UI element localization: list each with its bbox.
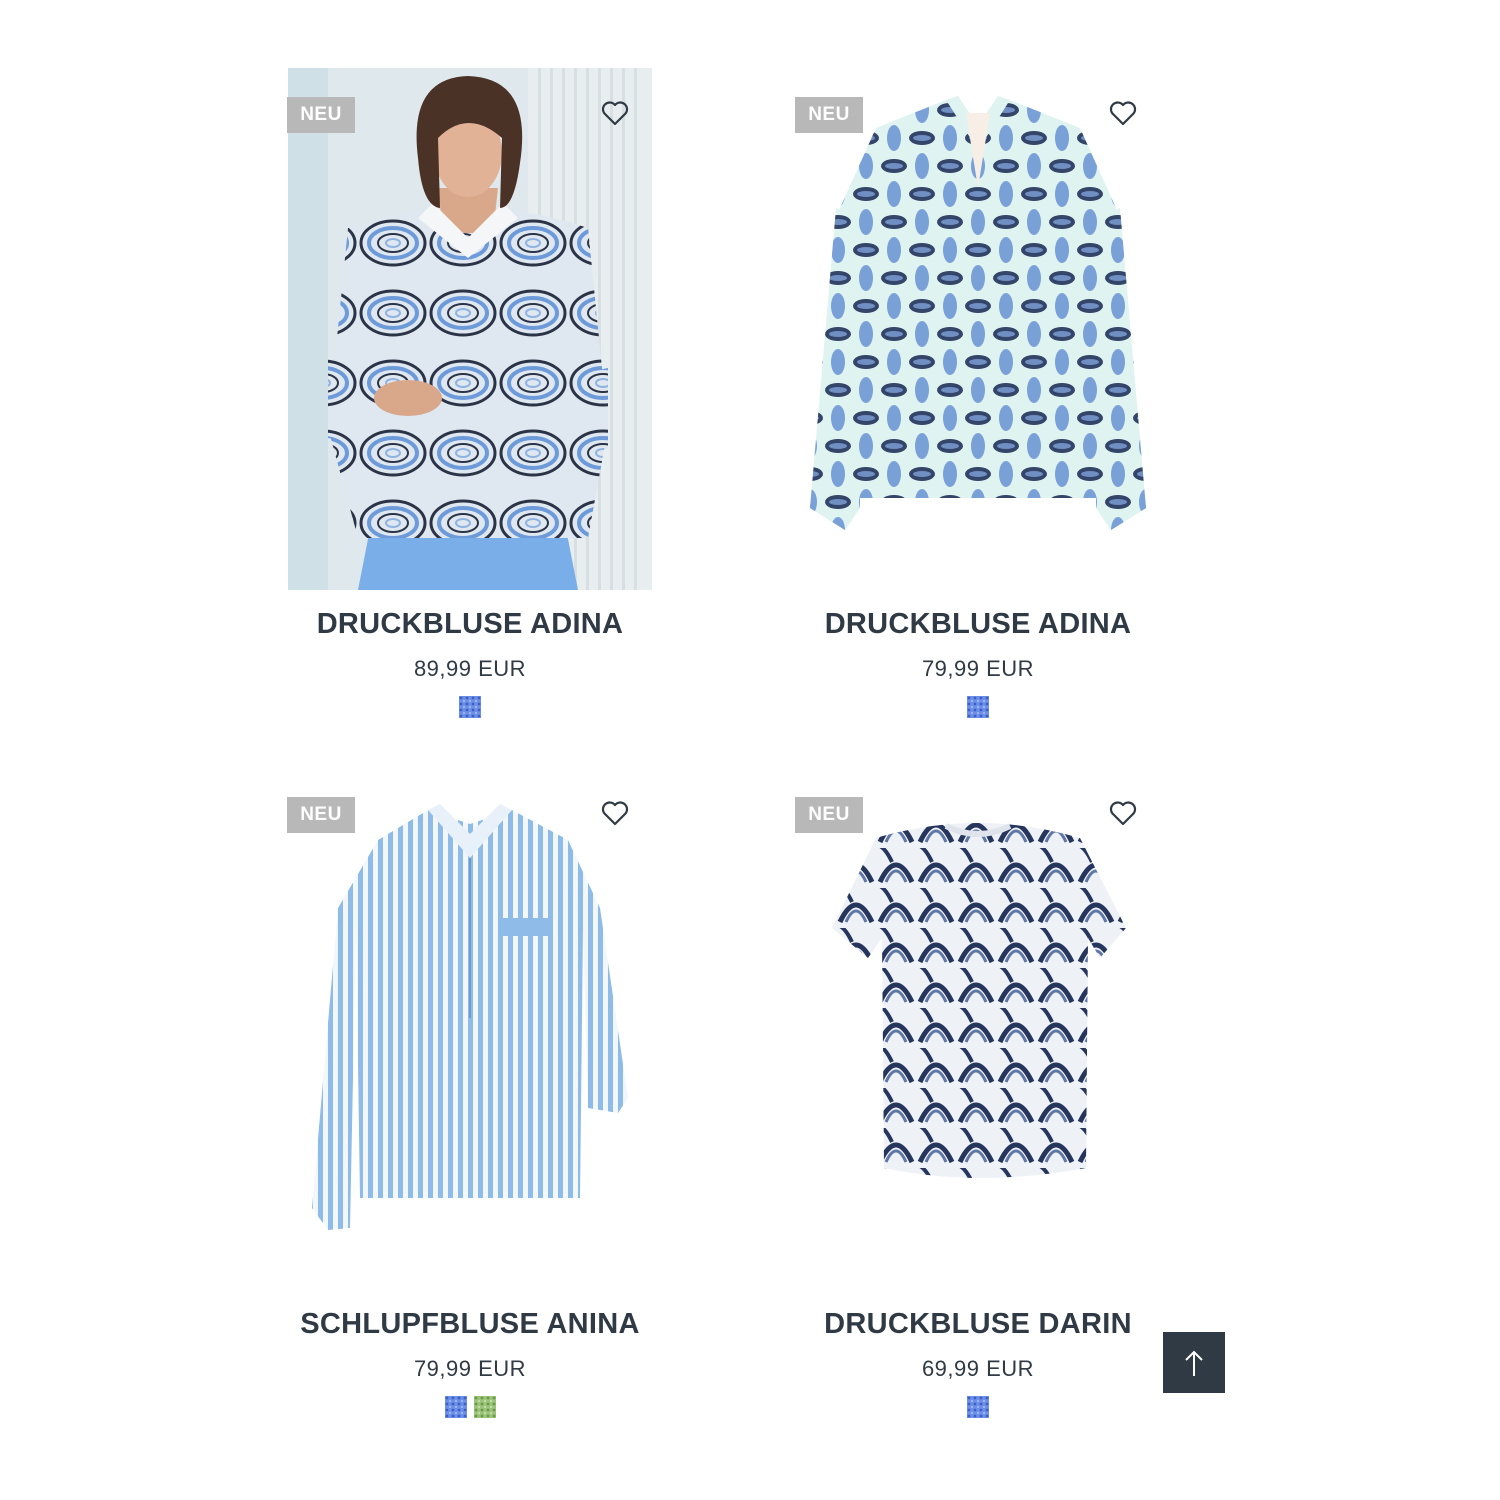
color-swatches bbox=[796, 696, 1160, 718]
color-swatch-blue[interactable] bbox=[967, 1396, 989, 1418]
new-badge: NEU bbox=[795, 97, 863, 133]
product-image[interactable] bbox=[288, 68, 652, 590]
product-card[interactable]: NEU DRUCKBLUSE ADINA 89,99 EUR bbox=[287, 68, 652, 768]
product-card[interactable]: NEU SCHLUPFBLUSE ANINA 79,99 EUR bbox=[287, 768, 652, 1468]
heart-outline-icon[interactable] bbox=[1106, 798, 1140, 828]
color-swatches bbox=[796, 1396, 1160, 1418]
product-image[interactable] bbox=[796, 768, 1160, 1290]
heart-outline-icon[interactable] bbox=[598, 798, 632, 828]
product-name[interactable]: DRUCKBLUSE ADINA bbox=[248, 608, 692, 641]
heart-outline-icon[interactable] bbox=[1106, 98, 1140, 128]
scroll-to-top-button[interactable] bbox=[1163, 1332, 1225, 1393]
product-price: 79,99 EUR bbox=[413, 1356, 527, 1381]
blouse-photo bbox=[288, 768, 652, 1290]
product-image[interactable] bbox=[796, 68, 1160, 590]
product-price: 69,99 EUR bbox=[921, 1356, 1035, 1381]
model-photo bbox=[288, 68, 652, 590]
product-card[interactable]: NEU DRUCKBLUSE DARIN 69,99 EUR bbox=[795, 768, 1160, 1468]
new-badge: NEU bbox=[287, 97, 355, 133]
product-image[interactable] bbox=[288, 768, 652, 1290]
color-swatch-blue[interactable] bbox=[967, 696, 989, 718]
new-badge: NEU bbox=[287, 797, 355, 833]
heart-outline-icon[interactable] bbox=[598, 98, 632, 128]
product-price: 79,99 EUR bbox=[921, 656, 1035, 681]
product-name[interactable]: SCHLUPFBLUSE ANINA bbox=[248, 1308, 692, 1341]
blouse-photo bbox=[796, 68, 1160, 590]
blouse-photo bbox=[796, 768, 1160, 1290]
product-price: 89,99 EUR bbox=[413, 656, 527, 681]
color-swatch-blue[interactable] bbox=[459, 696, 481, 718]
color-swatch-green[interactable] bbox=[473, 1396, 496, 1418]
product-name[interactable]: DRUCKBLUSE DARIN bbox=[756, 1308, 1200, 1341]
new-badge: NEU bbox=[795, 797, 863, 833]
color-swatches bbox=[288, 1396, 652, 1418]
color-swatch-blue[interactable] bbox=[444, 1396, 467, 1418]
product-name[interactable]: DRUCKBLUSE ADINA bbox=[756, 608, 1200, 641]
product-card[interactable]: NEU DRUCKBLUSE ADINA 79,99 EUR bbox=[795, 68, 1160, 768]
color-swatches bbox=[288, 696, 652, 718]
arrow-up-icon bbox=[1185, 1350, 1203, 1376]
